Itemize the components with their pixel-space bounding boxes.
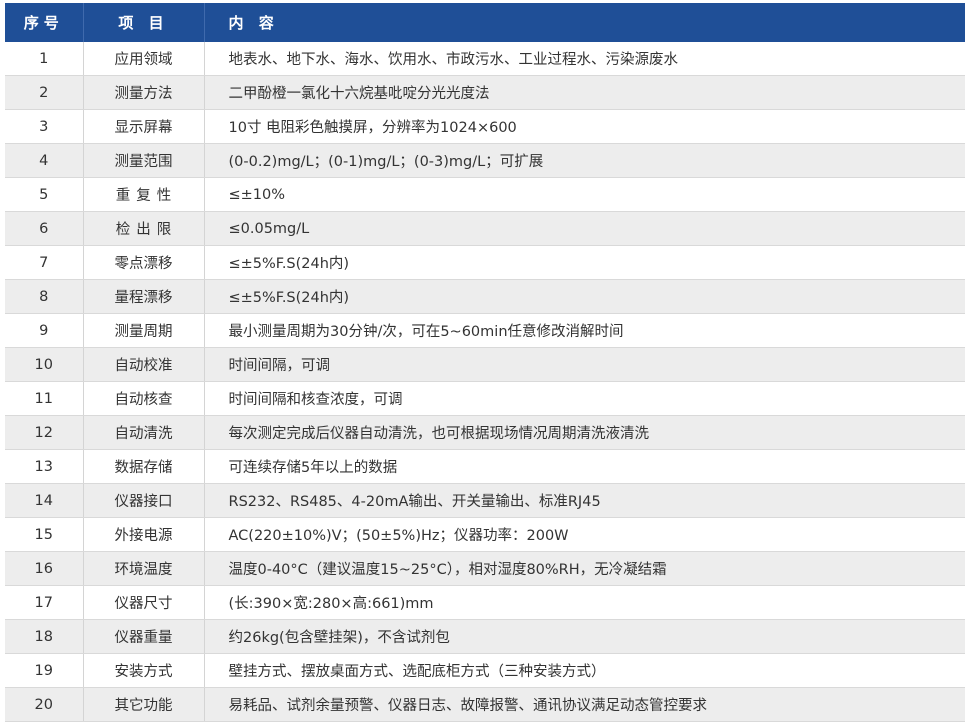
row-content: ≤±5%F.S(24h内) <box>204 245 965 280</box>
table-row: 9 测量周期 最小测量周期为30分钟/次，可在5~60min任意修改消解时间 <box>5 313 965 348</box>
header-content: 内 容 <box>204 3 965 42</box>
table-row: 14 仪器接口 RS232、RS485、4-20mA输出、开关量输出、标准RJ45 <box>5 483 965 518</box>
row-item: 外接电源 <box>83 517 205 552</box>
table-body: 1 应用领域 地表水、地下水、海水、饮用水、市政污水、工业过程水、污染源废水 2 测量方… <box>5 42 965 722</box>
row-item: 重复性 <box>83 177 205 212</box>
row-content: 温度0-40°C（建议温度15~25°C），相对湿度80%RH，无冷凝结霜 <box>204 551 965 586</box>
row-number: 6 <box>5 211 84 246</box>
row-number: 14 <box>5 483 84 518</box>
row-content: 时间间隔，可调 <box>204 347 965 382</box>
row-item: 仪器尺寸 <box>83 585 205 620</box>
table-row: 7 零点漂移 ≤±5%F.S(24h内) <box>5 245 965 280</box>
row-number: 16 <box>5 551 84 586</box>
table-row: 2 测量方法 二甲酚橙一氯化十六烷基吡啶分光光度法 <box>5 75 965 110</box>
row-number: 13 <box>5 449 84 484</box>
row-number: 3 <box>5 109 84 144</box>
header-item: 项 目 <box>83 3 205 42</box>
table-row: 10 自动校准 时间间隔，可调 <box>5 347 965 382</box>
table-row: 3 显示屏幕 10寸 电阻彩色触摸屏，分辨率为1024×600 <box>5 109 965 144</box>
row-content: (0-0.2)mg/L；(0-1)mg/L；(0-3)mg/L；可扩展 <box>204 143 965 178</box>
row-content: 易耗品、试剂余量预警、仪器日志、故障报警、通讯协议满足动态管控要求 <box>204 687 965 722</box>
row-number: 12 <box>5 415 84 450</box>
row-item: 测量周期 <box>83 313 205 348</box>
row-item: 自动校准 <box>83 347 205 382</box>
row-content: 地表水、地下水、海水、饮用水、市政污水、工业过程水、污染源废水 <box>204 42 965 76</box>
row-item: 安装方式 <box>83 653 205 688</box>
row-number: 18 <box>5 619 84 654</box>
row-item: 显示屏幕 <box>83 109 205 144</box>
table-row: 12 自动清洗 每次测定完成后仪器自动清洗，也可根据现场情况周期清洗液清洗 <box>5 415 965 450</box>
table-row: 17 仪器尺寸 (长:390×宽:280×高:661)mm <box>5 585 965 620</box>
header-row: 序号 项 目 内 容 <box>5 3 965 42</box>
table-row: 1 应用领域 地表水、地下水、海水、饮用水、市政污水、工业过程水、污染源废水 <box>5 42 965 76</box>
row-item: 测量方法 <box>83 75 205 110</box>
row-number: 8 <box>5 279 84 314</box>
table-row: 19 安装方式 壁挂方式、摆放桌面方式、选配底柜方式（三种安装方式） <box>5 653 965 688</box>
table-row: 20 其它功能 易耗品、试剂余量预警、仪器日志、故障报警、通讯协议满足动态管控要求 <box>5 687 965 722</box>
row-item: 其它功能 <box>83 687 205 722</box>
row-number: 20 <box>5 687 84 722</box>
row-content: 约26kg(包含壁挂架)，不含试剂包 <box>204 619 965 654</box>
table-row: 4 测量范围 (0-0.2)mg/L；(0-1)mg/L；(0-3)mg/L；可扩展 <box>5 143 965 178</box>
row-number: 4 <box>5 143 84 178</box>
row-content: ≤±5%F.S(24h内) <box>204 279 965 314</box>
spec-table: 序号 项 目 内 容 1 应用领域 地表水、地下水、海水、饮用水、市政污水、工业过程… <box>5 3 965 722</box>
row-content: ≤±10% <box>204 177 965 212</box>
row-item: 数据存储 <box>83 449 205 484</box>
row-content: 二甲酚橙一氯化十六烷基吡啶分光光度法 <box>204 75 965 110</box>
row-number: 15 <box>5 517 84 552</box>
row-content: 可连续存储5年以上的数据 <box>204 449 965 484</box>
row-number: 1 <box>5 42 84 76</box>
row-content: 壁挂方式、摆放桌面方式、选配底柜方式（三种安装方式） <box>204 653 965 688</box>
table-row: 18 仪器重量 约26kg(包含壁挂架)，不含试剂包 <box>5 619 965 654</box>
row-number: 5 <box>5 177 84 212</box>
row-number: 2 <box>5 75 84 110</box>
table-row: 13 数据存储 可连续存储5年以上的数据 <box>5 449 965 484</box>
table-row: 16 环境温度 温度0-40°C（建议温度15~25°C），相对湿度80%RH，无冷… <box>5 551 965 586</box>
row-item: 零点漂移 <box>83 245 205 280</box>
row-number: 7 <box>5 245 84 280</box>
row-item: 仪器接口 <box>83 483 205 518</box>
row-content: (长:390×宽:280×高:661)mm <box>204 585 965 620</box>
row-item: 环境温度 <box>83 551 205 586</box>
table-header: 序号 项 目 内 容 <box>5 3 965 42</box>
row-number: 9 <box>5 313 84 348</box>
table-row: 6 检出限 ≤0.05mg/L <box>5 211 965 246</box>
row-content: RS232、RS485、4-20mA输出、开关量输出、标准RJ45 <box>204 483 965 518</box>
row-content: ≤0.05mg/L <box>204 211 965 246</box>
row-item: 检出限 <box>83 211 205 246</box>
header-no: 序号 <box>5 3 84 42</box>
row-item: 自动核查 <box>83 381 205 416</box>
table-row: 15 外接电源 AC(220±10%)V；(50±5%)Hz；仪器功率：200W <box>5 517 965 552</box>
row-number: 11 <box>5 381 84 416</box>
row-content: 最小测量周期为30分钟/次，可在5~60min任意修改消解时间 <box>204 313 965 348</box>
row-number: 19 <box>5 653 84 688</box>
table-row: 11 自动核查 时间间隔和核查浓度，可调 <box>5 381 965 416</box>
row-item: 量程漂移 <box>83 279 205 314</box>
row-item: 应用领域 <box>83 42 205 76</box>
row-content: 时间间隔和核查浓度，可调 <box>204 381 965 416</box>
row-item: 仪器重量 <box>83 619 205 654</box>
row-item: 自动清洗 <box>83 415 205 450</box>
table-row: 5 重复性 ≤±10% <box>5 177 965 212</box>
row-content: 10寸 电阻彩色触摸屏，分辨率为1024×600 <box>204 109 965 144</box>
row-number: 17 <box>5 585 84 620</box>
row-item: 测量范围 <box>83 143 205 178</box>
row-content: AC(220±10%)V；(50±5%)Hz；仪器功率：200W <box>204 517 965 552</box>
row-content: 每次测定完成后仪器自动清洗，也可根据现场情况周期清洗液清洗 <box>204 415 965 450</box>
row-number: 10 <box>5 347 84 382</box>
table-row: 8 量程漂移 ≤±5%F.S(24h内) <box>5 279 965 314</box>
